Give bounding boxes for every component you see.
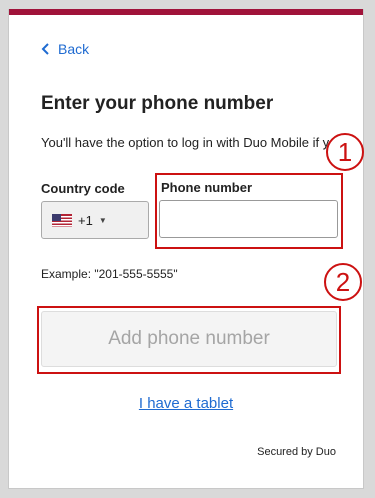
add-phone-number-button[interactable]: Add phone number xyxy=(41,311,337,367)
tablet-link-row: I have a tablet xyxy=(9,395,363,412)
page-title: Enter your phone number xyxy=(41,93,274,114)
caret-down-icon: ▼ xyxy=(98,215,107,225)
chevron-left-icon xyxy=(41,43,49,55)
enrollment-card: Back Enter your phone number You'll have… xyxy=(8,9,364,489)
us-flag-icon xyxy=(52,213,72,227)
country-code-label: Country code xyxy=(41,181,125,196)
secured-by-duo: Secured by Duo xyxy=(257,446,336,458)
phone-number-label: Phone number xyxy=(161,180,253,195)
page-subtitle: You'll have the option to log in with Du… xyxy=(41,135,341,150)
back-link[interactable]: Back xyxy=(41,41,89,57)
example-hint: Example: "201-555-5555" xyxy=(41,267,178,281)
callout-number-1: 1 xyxy=(326,133,364,171)
country-code-select[interactable]: +1 ▼ xyxy=(41,201,149,239)
i-have-a-tablet-link[interactable]: I have a tablet xyxy=(139,395,233,412)
phone-number-input[interactable] xyxy=(159,200,338,238)
country-code-value: +1 xyxy=(78,212,93,228)
brand-top-bar xyxy=(9,9,363,15)
callout-number-2: 2 xyxy=(324,263,362,301)
back-label: Back xyxy=(58,41,90,57)
